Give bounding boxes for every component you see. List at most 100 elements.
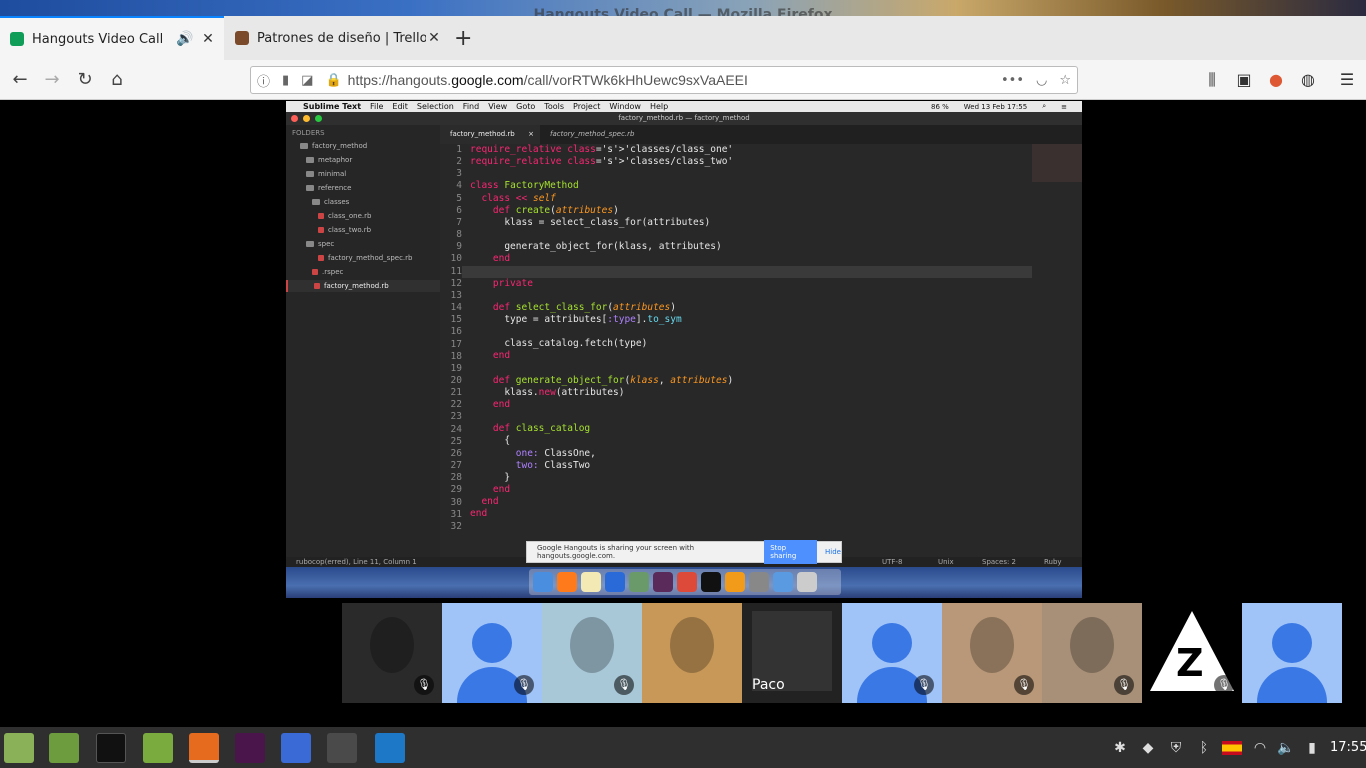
sidebar-item-label: metaphor	[318, 156, 353, 164]
vscode-icon[interactable]	[375, 733, 405, 763]
folder-icon	[773, 572, 793, 592]
folder-icon[interactable]	[143, 733, 173, 763]
tab-title: Patrones de diseño | Trello	[257, 30, 426, 46]
stop-sharing-button[interactable]: Stop sharing	[764, 540, 818, 564]
duckduckgo-icon[interactable]: ●	[1264, 68, 1288, 92]
url-path: /call/vorRTWk6kHhUewc9sxVaAEEI	[523, 72, 748, 88]
dropbox-icon[interactable]: ◆	[1138, 738, 1158, 758]
line-number: 25	[450, 435, 462, 447]
code-line: class << self	[481, 192, 556, 204]
participant-tile[interactable]: 🎙	[342, 603, 442, 703]
close-tab-icon[interactable]: ✕	[426, 30, 442, 46]
extension-icon[interactable]: ◍	[1296, 68, 1320, 92]
firefox-icon[interactable]	[189, 733, 219, 763]
new-tab-button[interactable]: +	[454, 28, 472, 50]
speaker-icon[interactable]: 🔊	[176, 31, 193, 47]
url-text[interactable]: https://hangouts.google.com/call/vorRTWk…	[348, 72, 995, 88]
code-line: klass.new(attributes)	[470, 386, 625, 398]
home-icon[interactable]: ⌂	[105, 68, 129, 92]
sublime-icon[interactable]	[327, 733, 357, 763]
datetime-text: Wed 13 Feb 17:55	[963, 102, 1028, 111]
participant-tile[interactable]	[642, 603, 742, 703]
participant-tile[interactable]: Paco	[742, 603, 842, 703]
code-line: end	[470, 508, 488, 520]
close-dot-icon	[291, 115, 298, 122]
volume-icon[interactable]: 🔈	[1276, 738, 1296, 758]
terminal-icon	[701, 572, 721, 592]
line-number: 13	[450, 289, 462, 301]
sidebar-item-minimal: minimal	[306, 168, 346, 180]
battery-icon[interactable]: ▮	[1302, 738, 1322, 758]
hide-notice-button[interactable]: Hide	[825, 548, 841, 556]
mail-icon[interactable]	[281, 733, 311, 763]
code-line: private	[492, 277, 533, 289]
menu-selection: Selection	[416, 102, 454, 111]
participant-tile[interactable]: Z 🎙	[1142, 603, 1242, 703]
library-icon[interactable]: ⫼	[1200, 68, 1224, 92]
trello-favicon-icon	[235, 31, 249, 45]
line-number: 7	[456, 216, 462, 228]
participant-tile[interactable]: 🎙	[1042, 603, 1142, 703]
firefox-icon	[557, 572, 577, 592]
wifi-icon[interactable]: ◠	[1250, 738, 1270, 758]
menu-view: View	[488, 102, 508, 111]
menu-file: File	[370, 102, 384, 111]
camera-permission-icon[interactable]: ▮	[282, 73, 289, 88]
shield-icon[interactable]: ⛨	[1166, 738, 1186, 758]
participant-tile[interactable]: 🎙	[442, 603, 542, 703]
participant-tile[interactable]: 🎙	[942, 603, 1042, 703]
mic-muted-icon: 🎙	[614, 675, 634, 695]
sidebar-item-label: factory_method.rb	[324, 282, 389, 290]
mic-muted-icon: 🎙	[1014, 675, 1034, 695]
sidebar-icon[interactable]: ▣	[1232, 68, 1256, 92]
tab-trello[interactable]: Patrones de diseño | Trello ✕	[225, 16, 450, 60]
line-number: 32	[450, 520, 462, 532]
status-left: rubocop(erred), Line 11, Column 1	[296, 558, 417, 566]
line-number: 15	[450, 314, 462, 326]
code-line: class FactoryMethod	[470, 180, 579, 192]
terminal-icon[interactable]	[96, 733, 126, 763]
forward-icon[interactable]: →	[40, 68, 64, 92]
pocket-icon[interactable]: ◡	[1036, 73, 1047, 88]
back-icon[interactable]: ←	[8, 68, 32, 92]
reload-icon[interactable]: ↻	[73, 68, 97, 92]
url-bar[interactable]: ⓘ ▮ ◪ 🔒 https://hangouts.google.com/call…	[250, 66, 1078, 94]
code-line: one: ClassOne,	[515, 447, 596, 459]
line-number: 21	[450, 387, 462, 399]
page-actions-icon[interactable]: •••	[1001, 73, 1024, 88]
code-line: end	[492, 253, 511, 265]
menu-find: Find	[462, 102, 480, 111]
slack-icon[interactable]	[235, 733, 265, 763]
mac-menu-bar: Sublime Text File Edit Selection Find Vi…	[286, 101, 1082, 112]
tab-hangouts[interactable]: Hangouts Video Call 🔊 ✕	[0, 16, 224, 60]
info-icon[interactable]: ⓘ	[257, 71, 270, 90]
sidebar-item-spec: spec	[306, 238, 334, 250]
participant-tile[interactable]	[1242, 603, 1342, 703]
sidebar-item-label: minimal	[318, 170, 347, 178]
notes-icon	[581, 572, 601, 592]
clock[interactable]: 17:55	[1330, 738, 1366, 758]
slack-tray-icon[interactable]: ✱	[1110, 738, 1130, 758]
menu-icon[interactable]: ☰	[1335, 68, 1359, 92]
mint-menu-icon[interactable]	[4, 733, 34, 763]
line-number: 9	[456, 241, 462, 253]
participant-tile[interactable]: 🎙	[542, 603, 642, 703]
file-icon	[312, 269, 318, 275]
participant-tile[interactable]: 🎙	[842, 603, 942, 703]
sidebar-item-label: factory_method	[312, 142, 368, 150]
sidebar-item-factory-method-rb: factory_method.rb	[286, 280, 440, 292]
avatar-body	[1257, 667, 1327, 703]
status-indent: Spaces: 2	[982, 558, 1017, 566]
sidebar-item-class-two: class_two.rb	[318, 224, 371, 236]
close-tab-icon[interactable]: ✕	[200, 31, 216, 47]
files-icon[interactable]	[49, 733, 79, 763]
bluetooth-icon[interactable]: ᛒ	[1194, 738, 1214, 758]
finder-icon	[533, 572, 553, 592]
keyboard-layout-flag-icon[interactable]	[1222, 741, 1242, 755]
line-number: 16	[450, 326, 462, 338]
code-line: two: ClassTwo	[515, 459, 591, 471]
screen-share-icon[interactable]: ◪	[301, 73, 313, 88]
bookmark-star-icon[interactable]: ☆	[1059, 73, 1071, 88]
code-line: generate_object_for(klass, attributes)	[470, 241, 722, 253]
